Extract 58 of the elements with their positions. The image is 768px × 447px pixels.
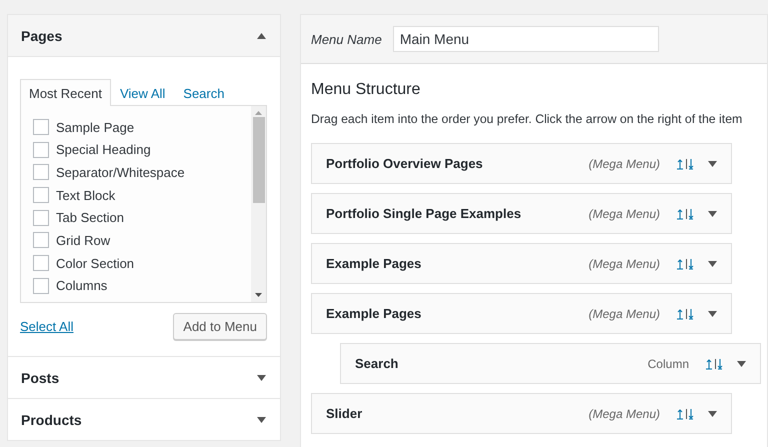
checkbox[interactable]	[33, 278, 49, 294]
menu-item-type: (Mega Menu)	[588, 256, 660, 270]
menu-item[interactable]: Portfolio Single Page Examples (Mega Menu)	[311, 193, 732, 234]
accordion-title: Posts	[21, 370, 60, 386]
menu-item-title: Slider	[326, 406, 364, 421]
page-label: Sample Page	[56, 120, 134, 134]
checkbox[interactable]	[33, 232, 49, 248]
checkbox[interactable]	[33, 164, 49, 180]
page-label: Separator/Whitespace	[56, 164, 185, 180]
expand-arrow-icon[interactable]	[708, 310, 717, 316]
menu-item[interactable]: Example Pages (Mega Menu)	[311, 243, 732, 284]
menu-item-title: Portfolio Single Page Examples	[326, 206, 522, 221]
page-label: Grid Row	[56, 232, 110, 248]
accordion-header[interactable]: Pages	[8, 15, 280, 57]
expand-arrow-icon[interactable]	[708, 410, 717, 416]
menu-item-type: (Mega Menu)	[588, 306, 660, 320]
expand-arrow-icon[interactable]	[737, 360, 746, 366]
menu-item[interactable]: Portfolio Overview Pages (Mega Menu)	[311, 143, 732, 184]
menu-item-type: (Mega Menu)	[588, 406, 660, 420]
page-label: Text Block	[56, 188, 116, 203]
menu-name-label: Menu Name	[311, 32, 382, 46]
menu-item-title: Search	[355, 356, 400, 371]
section-heading: Menu Structure	[311, 81, 422, 99]
tab[interactable]: Most Recent	[20, 79, 111, 106]
menu-item[interactable]: Search Column	[340, 343, 761, 384]
collapse-arrow-icon[interactable]	[257, 32, 266, 38]
checkbox[interactable]	[33, 119, 49, 135]
tab[interactable]: View All	[110, 79, 174, 106]
page-label: Columns	[56, 278, 108, 294]
menu-name-field[interactable]: Main Menu	[392, 26, 659, 52]
checkbox[interactable]	[33, 187, 49, 204]
menu-item[interactable]: Slider (Mega Menu)	[311, 393, 732, 434]
menu-item-title: Example Pages	[326, 256, 422, 271]
expand-arrow-icon[interactable]	[257, 416, 266, 422]
checkbox[interactable]	[33, 142, 49, 158]
add-to-menu-button[interactable]: Add to Menu	[173, 313, 267, 340]
page-label: Color Section	[56, 256, 134, 271]
menu-item-title: Example Pages	[326, 306, 422, 321]
checkbox[interactable]	[33, 210, 49, 226]
description-text: Drag each item into the order you prefer. Click the arrow on the right of the item	[311, 112, 742, 126]
scroll-down-icon[interactable]	[255, 293, 262, 297]
accordion-title: Products	[21, 412, 82, 428]
expand-arrow-icon[interactable]	[257, 374, 266, 380]
page-label: Special Heading	[56, 142, 151, 158]
scrollbar[interactable]	[251, 106, 266, 302]
menu-item-type: Column	[648, 356, 689, 370]
menu-item-type: (Mega Menu)	[588, 206, 660, 220]
checkbox[interactable]	[33, 255, 49, 272]
expand-arrow-icon[interactable]	[708, 160, 717, 166]
expand-arrow-icon[interactable]	[708, 210, 717, 216]
expand-arrow-icon[interactable]	[708, 260, 717, 266]
page-label: Tab Section	[56, 210, 124, 226]
menu-item-title: Portfolio Overview Pages	[326, 156, 484, 171]
select-all-link[interactable]: Select All	[20, 319, 74, 334]
accordion-title: Pages	[21, 28, 62, 44]
tab[interactable]: Search	[174, 79, 234, 106]
menu-item-type: (Mega Menu)	[588, 156, 660, 170]
menu-item[interactable]: Example Pages (Mega Menu)	[311, 293, 732, 334]
